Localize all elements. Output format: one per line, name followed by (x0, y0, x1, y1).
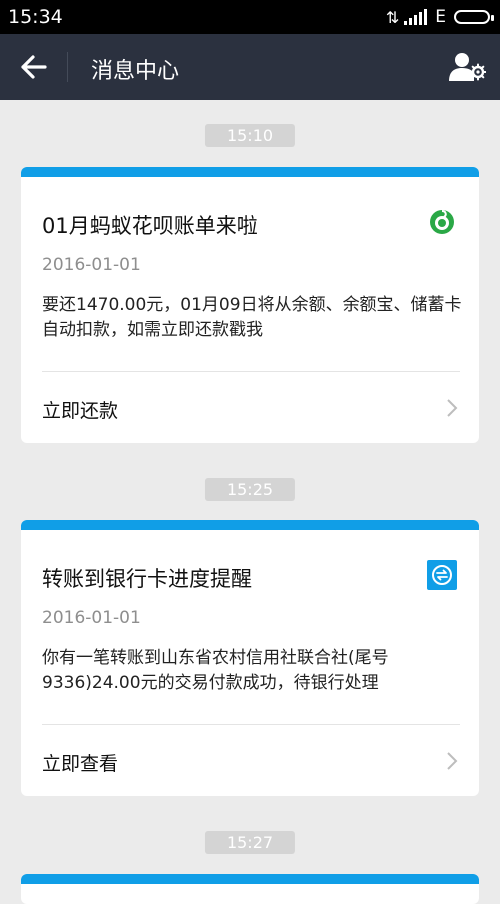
data-transfer-icon: ⇅ (385, 7, 400, 27)
status-time: 15:34 (8, 6, 63, 28)
status-icons: ⇅ E (385, 7, 494, 27)
card-date: 2016-01-01 (42, 255, 141, 275)
user-settings-icon (449, 53, 487, 81)
pay-now-link[interactable]: 立即还款 (42, 396, 118, 423)
battery-icon (454, 10, 494, 24)
card-separator (42, 371, 460, 372)
message-card-partial[interactable] (21, 874, 479, 904)
back-arrow-icon (21, 55, 47, 79)
back-button[interactable] (14, 49, 54, 85)
card-body: 你有一笔转账到山东省农村信用社联合社(尾号9336)24.00元的交易付款成功，… (42, 648, 389, 693)
message-timestamp: 15:10 (204, 124, 296, 147)
card-title: 转账到银行卡进度提醒 (42, 567, 252, 591)
card-separator (42, 724, 460, 725)
card-body: 要还1470.00元，01月09日将从余额、余额宝、储蓄卡自动扣款，如需立即还款… (42, 295, 462, 340)
page-title: 消息中心 (91, 59, 180, 84)
ant-huabei-icon (430, 210, 454, 234)
signal-icon (404, 9, 428, 25)
status-bar: 15:34 ⇅ E (0, 0, 500, 34)
card-date: 2016-01-01 (42, 608, 141, 628)
user-settings-button[interactable] (448, 50, 487, 84)
card-accent-bar (21, 167, 479, 177)
message-card-transfer[interactable]: 转账到银行卡进度提醒 2016-01-01 你有一笔转账到山东省农村信用社联合社… (21, 520, 479, 796)
card-accent-bar (21, 520, 479, 530)
message-card-huabei-bill[interactable]: 01月蚂蚁花呗账单来啦 2016-01-01 要还1470.00元，01月09日… (21, 167, 479, 443)
app-header: 消息中心 (0, 34, 500, 100)
network-type: E (435, 7, 446, 27)
transfer-icon (427, 560, 457, 590)
chevron-right-icon (447, 752, 458, 770)
card-accent-bar (21, 874, 479, 884)
header-divider (67, 52, 68, 82)
message-timestamp: 15:25 (204, 478, 296, 501)
view-now-link[interactable]: 立即查看 (42, 749, 118, 776)
card-title: 01月蚂蚁花呗账单来啦 (42, 214, 258, 238)
message-timestamp: 15:27 (204, 831, 296, 854)
chevron-right-icon (447, 399, 458, 417)
